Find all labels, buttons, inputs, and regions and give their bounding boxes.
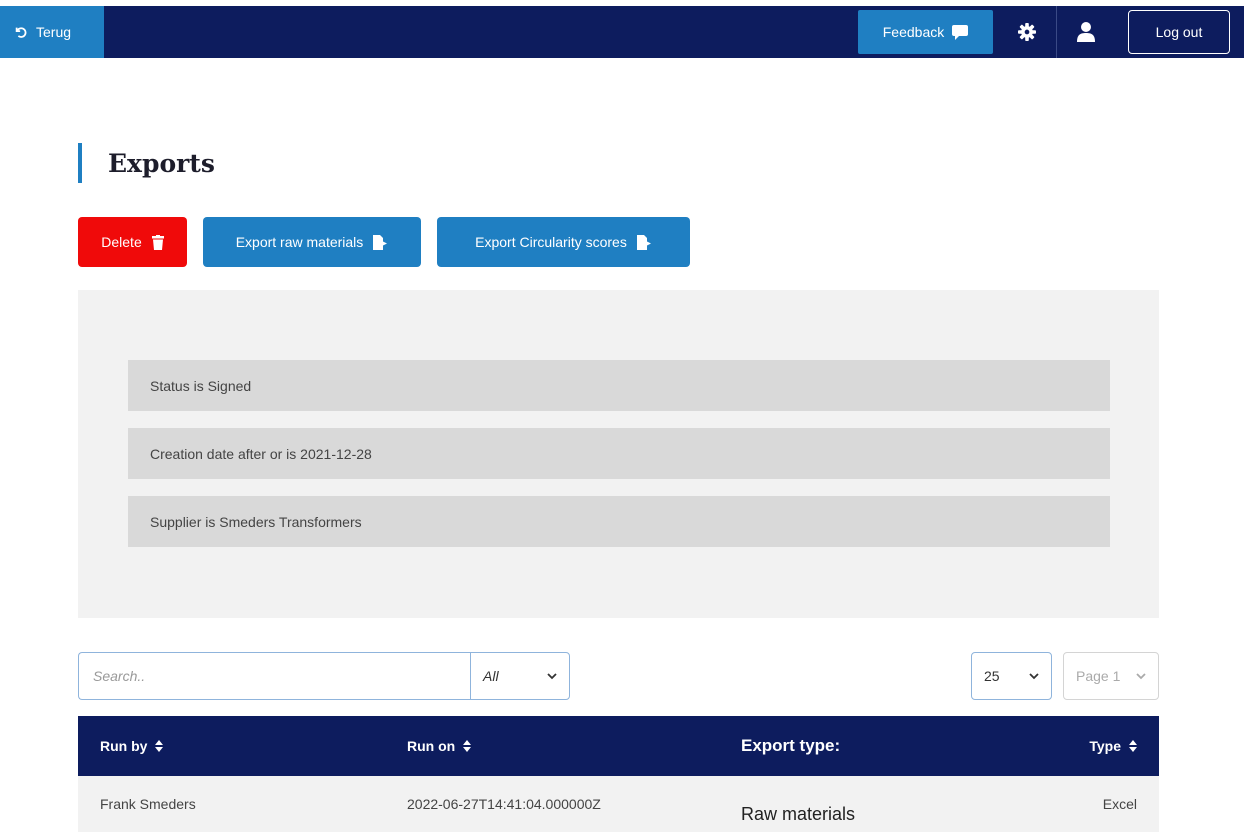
sort-icon — [1129, 740, 1137, 752]
filter-creation-date[interactable]: Creation date after or is 2021-12-28 — [128, 428, 1110, 479]
page-size-value: 25 — [984, 668, 1000, 684]
export-raw-materials-label: Export raw materials — [235, 234, 364, 250]
page-select[interactable]: Page 1 — [1063, 652, 1159, 700]
column-header-label: Export type: — [741, 736, 841, 755]
filter-status[interactable]: Status is Signed — [128, 360, 1110, 411]
undo-icon — [15, 27, 27, 38]
filter-label: Creation date after or is 2021-12-28 — [150, 445, 372, 462]
column-header-type[interactable]: Type — [1089, 716, 1137, 776]
table-row[interactable]: Frank Smeders 2022-06-27T14:41:04.000000… — [78, 776, 1159, 832]
feedback-button[interactable]: Feedback — [858, 10, 993, 54]
file-export-icon — [636, 234, 651, 250]
chevron-down-icon — [1136, 672, 1146, 679]
feedback-button-label: Feedback — [882, 24, 945, 40]
column-header-run-by[interactable]: Run by — [100, 716, 164, 776]
back-button-label: Terug — [36, 24, 72, 40]
trash-icon — [151, 234, 164, 250]
delete-button[interactable]: Delete — [78, 217, 187, 267]
page-header: Exports — [78, 143, 215, 183]
search-scope-value: All — [483, 668, 499, 684]
back-button[interactable]: Terug — [0, 6, 104, 58]
filter-panel: Status is Signed Creation date after or … — [78, 290, 1159, 618]
filter-supplier[interactable]: Supplier is Smeders Transformers — [128, 496, 1110, 547]
file-export-icon — [373, 234, 388, 250]
user-icon — [1076, 22, 1095, 42]
settings-button[interactable] — [998, 6, 1056, 58]
filter-label: Status is Signed — [150, 377, 252, 394]
delete-button-label: Delete — [101, 234, 142, 250]
chevron-down-icon — [1029, 672, 1039, 679]
column-header-label: Run by — [100, 738, 148, 754]
column-header-run-on[interactable]: Run on — [407, 716, 472, 776]
page-size-select[interactable]: 25 — [971, 652, 1052, 700]
top-navbar: Terug Feedback Log out — [0, 6, 1244, 58]
search-input[interactable] — [78, 652, 470, 700]
sort-icon — [155, 740, 164, 752]
page-title: Exports — [108, 148, 215, 178]
cell-type: Excel — [1102, 796, 1137, 812]
cell-export-type: Raw materials — [741, 803, 856, 824]
gear-icon — [1018, 23, 1036, 41]
export-circularity-scores-label: Export Circularity scores — [475, 234, 627, 250]
logout-button[interactable]: Log out — [1128, 10, 1230, 54]
comment-icon — [952, 24, 969, 40]
page-value: Page 1 — [1076, 668, 1121, 684]
column-header-export-type: Export type: — [741, 716, 840, 776]
export-raw-materials-button[interactable]: Export raw materials — [203, 217, 421, 267]
cell-run-on: 2022-06-27T14:41:04.000000Z — [407, 796, 601, 812]
chevron-down-icon — [547, 672, 557, 679]
column-header-label: Type — [1089, 738, 1121, 754]
logout-button-label: Log out — [1155, 24, 1203, 40]
column-header-label: Run on — [407, 738, 456, 754]
search-scope-select[interactable]: All — [470, 652, 570, 700]
title-accent-bar — [78, 143, 82, 183]
cell-run-by: Frank Smeders — [100, 796, 196, 812]
filter-label: Supplier is Smeders Transformers — [150, 513, 362, 530]
table-header: Run by Run on Export type: Type — [78, 716, 1159, 776]
profile-button[interactable] — [1056, 6, 1114, 58]
sort-icon — [463, 740, 472, 752]
export-circularity-scores-button[interactable]: Export Circularity scores — [437, 217, 690, 267]
